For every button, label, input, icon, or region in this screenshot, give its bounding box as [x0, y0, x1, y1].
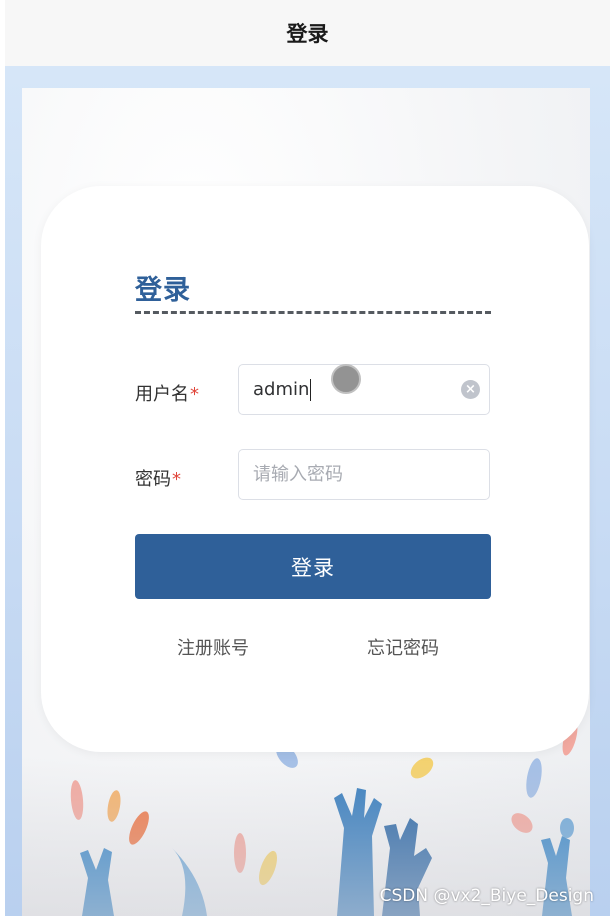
- username-label: 用户名*: [135, 380, 199, 406]
- clear-circle-icon[interactable]: ×: [461, 380, 480, 399]
- forgot-password-link[interactable]: 忘记密码: [367, 634, 439, 660]
- nav-bar: 登录: [5, 0, 610, 67]
- login-title: 登录: [135, 275, 191, 306]
- password-input[interactable]: [253, 450, 458, 499]
- username-field[interactable]: ×: [238, 364, 490, 415]
- page-title: 登录: [286, 22, 329, 46]
- required-mark: *: [190, 384, 199, 405]
- watermark: CSDN @vx2_Biye_Design: [379, 886, 594, 906]
- password-label-text: 密码: [135, 469, 171, 490]
- register-link[interactable]: 注册账号: [177, 634, 249, 660]
- title-underline: [135, 311, 491, 314]
- login-card: 登录 用户名* × 密码* 登录 注册账号 忘记密码: [41, 186, 589, 752]
- required-mark: *: [172, 469, 181, 490]
- username-label-text: 用户名: [135, 384, 189, 405]
- password-label: 密码*: [135, 465, 181, 491]
- login-button[interactable]: 登录: [135, 534, 491, 599]
- password-field[interactable]: [238, 449, 490, 500]
- login-page: 登录 用户名* × 密码* 登录 注册账号 忘记密码 CSDN @vx2_Biy…: [5, 66, 610, 916]
- text-caret: [310, 379, 311, 401]
- touch-cursor-indicator: [331, 364, 361, 394]
